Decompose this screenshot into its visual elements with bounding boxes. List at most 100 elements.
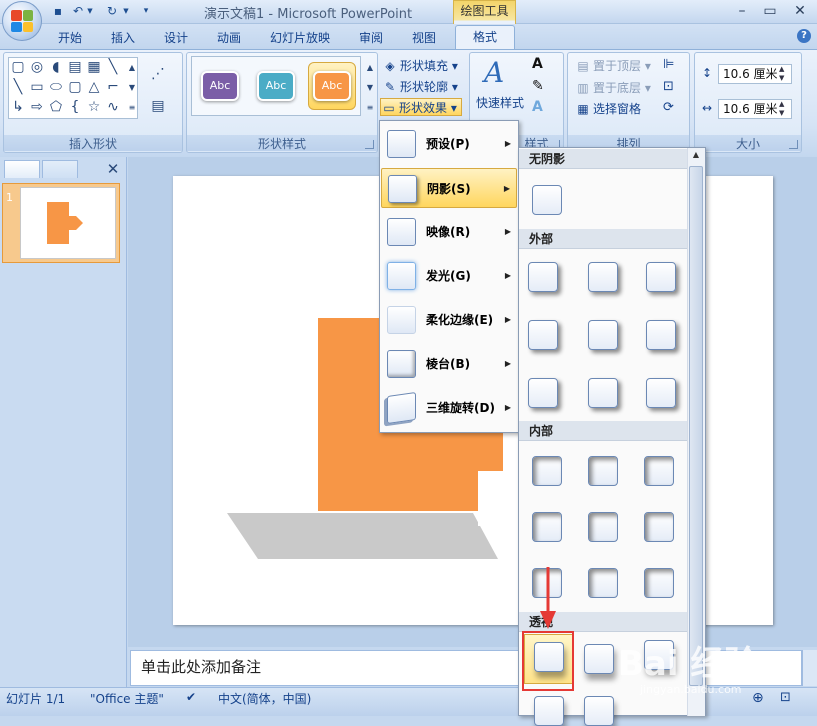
shadow-outer-option[interactable] bbox=[646, 262, 676, 292]
tab-review[interactable]: 审阅 bbox=[351, 28, 391, 48]
shadow-perspective-option[interactable] bbox=[584, 644, 614, 674]
notes-scrollbar[interactable] bbox=[802, 650, 817, 686]
shadow-none-option[interactable] bbox=[532, 185, 562, 215]
minimize-icon[interactable]: – bbox=[730, 2, 754, 20]
rounded-shape-icon[interactable]: ▢ bbox=[67, 79, 83, 95]
shadow-inner-option[interactable] bbox=[588, 456, 618, 486]
bring-to-front-button[interactable]: ▤ 置于顶层 ▾ bbox=[575, 57, 651, 75]
style-thumb-orange[interactable]: Abc bbox=[308, 62, 356, 110]
textbox-icon[interactable]: ▤ bbox=[150, 98, 166, 114]
menu-item-shadow[interactable]: 阴影(S) ▶ bbox=[381, 168, 517, 208]
styles-up-icon[interactable]: ▲ bbox=[362, 60, 378, 76]
width-input[interactable]: 10.6 厘米 ▲ ▼ bbox=[718, 99, 792, 119]
tab-design[interactable]: 设计 bbox=[156, 28, 196, 48]
gallery-up-icon[interactable]: ▲ bbox=[124, 60, 140, 76]
pane-close-icon[interactable]: ✕ bbox=[104, 160, 122, 178]
zoom-in-icon[interactable]: ⊕ bbox=[752, 690, 764, 706]
textbox-shape-icon[interactable]: ▢ bbox=[10, 59, 26, 75]
menu-item-reflection[interactable]: 映像(R) ▶ bbox=[381, 212, 517, 252]
height-input[interactable]: 10.6 厘米 ▲ ▼ bbox=[718, 64, 792, 84]
submenu-scroll-thumb[interactable] bbox=[689, 166, 703, 686]
shadow-outer-option[interactable] bbox=[646, 320, 676, 350]
styles-more-icon[interactable]: ≡ bbox=[362, 100, 378, 116]
shadow-perspective-option[interactable] bbox=[534, 696, 564, 726]
undo-icon[interactable]: ↶ bbox=[70, 3, 86, 19]
menu-item-soft-edges[interactable]: 柔化边缘(E) ▶ bbox=[381, 300, 517, 340]
shadow-inner-option[interactable] bbox=[588, 568, 618, 598]
shadow-outer-option[interactable] bbox=[528, 262, 558, 292]
quick-styles-label[interactable]: 快速样式 bbox=[476, 94, 524, 111]
send-to-back-button[interactable]: ▥ 置于底层 ▾ bbox=[575, 79, 651, 97]
close-icon[interactable]: ✕ bbox=[788, 2, 812, 20]
brace-shape-icon[interactable]: { bbox=[67, 99, 83, 115]
shadow-outer-option[interactable] bbox=[588, 262, 618, 292]
width-spinner-icon[interactable]: ▲ ▼ bbox=[779, 100, 789, 118]
edit-shape-icon[interactable]: ⋰ bbox=[150, 66, 166, 82]
shadow-inner-option[interactable] bbox=[588, 512, 618, 542]
gallery-more-icon[interactable]: ≡ bbox=[124, 100, 140, 116]
tab-slides-icon[interactable] bbox=[4, 160, 40, 178]
styles-down-icon[interactable]: ▼ bbox=[362, 80, 378, 96]
height-spinner-icon[interactable]: ▲ ▼ bbox=[779, 65, 789, 83]
shape-fill-button[interactable]: ◈ 形状填充 ▾ bbox=[382, 57, 457, 75]
text-fill-icon[interactable]: A bbox=[532, 56, 543, 72]
round-rect-shape-icon[interactable]: ◖ bbox=[48, 59, 64, 75]
text-effects-icon[interactable]: A bbox=[532, 99, 543, 115]
slide-thumbnail[interactable] bbox=[20, 187, 116, 259]
triangle-shape-icon[interactable]: △ bbox=[86, 79, 102, 95]
menu-item-3d-rotation[interactable]: 三维旋转(D) ▶ bbox=[381, 388, 517, 428]
star-shape-icon[interactable]: ☆ bbox=[86, 99, 102, 115]
redo-icon[interactable]: ↻ bbox=[104, 3, 120, 19]
rectangle-shape-icon[interactable]: ▭ bbox=[29, 79, 45, 95]
office-button[interactable] bbox=[2, 1, 42, 41]
gallery-down-icon[interactable]: ▼ bbox=[124, 80, 140, 96]
rotate-icon[interactable]: ⟳ bbox=[663, 100, 674, 115]
shadow-outer-option[interactable] bbox=[588, 378, 618, 408]
text-outline-icon[interactable]: ✎ bbox=[532, 78, 544, 94]
line-shape-icon[interactable]: ╲ bbox=[105, 59, 121, 75]
line-diagonal-icon[interactable]: ╲ bbox=[10, 79, 26, 95]
tab-slideshow[interactable]: 幻灯片放映 bbox=[262, 28, 338, 48]
style-thumb-blue[interactable]: Abc bbox=[252, 62, 300, 110]
menu-item-bevel[interactable]: 棱台(B) ▶ bbox=[381, 344, 517, 384]
menu-item-glow[interactable]: 发光(G) ▶ bbox=[381, 256, 517, 296]
menu-item-preset[interactable]: 预设(P) ▶ bbox=[381, 124, 517, 164]
arrow-shape-icon[interactable]: ⇨ bbox=[29, 99, 45, 115]
shadow-inner-option[interactable] bbox=[644, 512, 674, 542]
spellcheck-icon[interactable]: ✔ bbox=[186, 690, 196, 704]
shape-styles-launcher-icon[interactable] bbox=[365, 140, 374, 149]
tab-insert[interactable]: 插入 bbox=[103, 28, 143, 48]
ellipse-shape-icon[interactable]: ⬭ bbox=[48, 79, 64, 95]
connector-shape-icon[interactable]: ↳ bbox=[10, 99, 26, 115]
help-icon[interactable]: ? bbox=[797, 29, 811, 43]
elbow-shape-icon[interactable]: ⌐ bbox=[105, 79, 121, 95]
maximize-icon[interactable]: ▭ bbox=[758, 2, 782, 20]
group-icon[interactable]: ⊡ bbox=[663, 79, 674, 94]
shadow-perspective-option[interactable] bbox=[584, 696, 614, 726]
shadow-outer-option[interactable] bbox=[528, 378, 558, 408]
tab-view[interactable]: 视图 bbox=[404, 28, 444, 48]
selection-pane-button[interactable]: ▦ 选择窗格 bbox=[575, 100, 641, 118]
undo-dropdown-icon[interactable]: ▼ bbox=[86, 3, 94, 19]
shadow-outer-option[interactable] bbox=[588, 320, 618, 350]
align-icon[interactable]: ⊫ bbox=[663, 57, 674, 72]
tab-animation[interactable]: 动画 bbox=[209, 28, 249, 48]
shadow-outer-option[interactable] bbox=[528, 320, 558, 350]
style-thumb-purple[interactable]: Abc bbox=[196, 62, 244, 110]
shadow-inner-option[interactable] bbox=[532, 512, 562, 542]
tab-format[interactable]: 格式 bbox=[455, 25, 515, 50]
fit-window-icon[interactable]: ⊡ bbox=[780, 690, 791, 705]
shadow-inner-option[interactable] bbox=[644, 568, 674, 598]
quick-styles-icon[interactable]: A bbox=[484, 56, 504, 89]
redo-dropdown-icon[interactable]: ▼ bbox=[122, 3, 130, 19]
curve-shape-icon[interactable]: ∿ bbox=[105, 99, 121, 115]
tab-outline-icon[interactable] bbox=[42, 160, 78, 178]
shadow-inner-option[interactable] bbox=[532, 456, 562, 486]
size-launcher-icon[interactable] bbox=[789, 140, 798, 149]
pentagon-shape-icon[interactable]: ⬠ bbox=[48, 99, 64, 115]
shape-outline-button[interactable]: ✎ 形状轮廓 ▾ bbox=[382, 78, 458, 96]
customize-quick-access-icon[interactable]: ▾ bbox=[138, 3, 154, 19]
tab-home[interactable]: 开始 bbox=[50, 28, 90, 48]
shadow-outer-option[interactable] bbox=[646, 378, 676, 408]
oval-shape-icon[interactable]: ◎ bbox=[29, 59, 45, 75]
